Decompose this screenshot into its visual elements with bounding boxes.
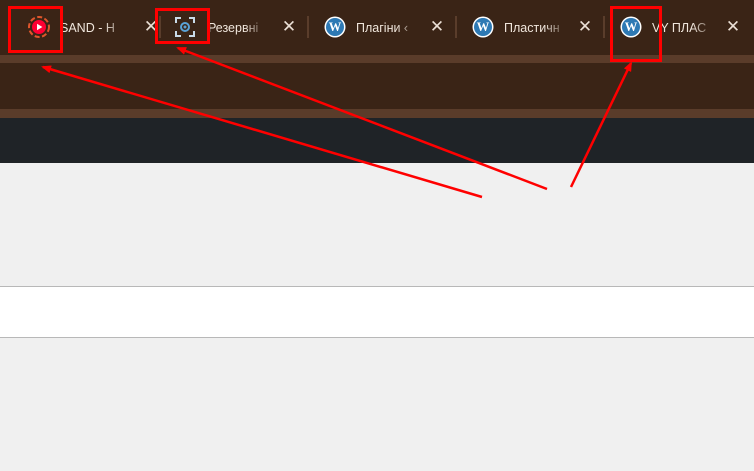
- close-icon[interactable]: ✕: [426, 16, 448, 38]
- close-icon[interactable]: ✕: [722, 16, 744, 38]
- tab-title: Плагіни ‹: [356, 21, 409, 35]
- tab-title: Пластичн: [504, 21, 560, 35]
- toolbar-border: [0, 109, 754, 118]
- svg-text:W: W: [477, 20, 490, 34]
- close-icon[interactable]: ✕: [574, 16, 596, 38]
- tab-plastic[interactable]: W Пластичн ✕: [456, 0, 604, 55]
- annotation-box-tab2-icon: [155, 8, 210, 44]
- close-icon[interactable]: ✕: [278, 16, 300, 38]
- browser-toolbar: [0, 63, 754, 109]
- annotation-box-tab5-icon: [610, 6, 662, 62]
- wordpress-icon: W: [472, 16, 494, 38]
- annotation-box-tab1-icon: [8, 6, 63, 53]
- tab-plugins[interactable]: W Плагіни ‹ ✕: [308, 0, 456, 55]
- tab-title: SAND - H: [60, 21, 115, 35]
- svg-text:W: W: [329, 20, 342, 34]
- tab-title: Резервні: [208, 21, 259, 35]
- content-panel: [0, 286, 754, 338]
- wordpress-icon: W: [324, 16, 346, 38]
- admin-bar: [0, 118, 754, 163]
